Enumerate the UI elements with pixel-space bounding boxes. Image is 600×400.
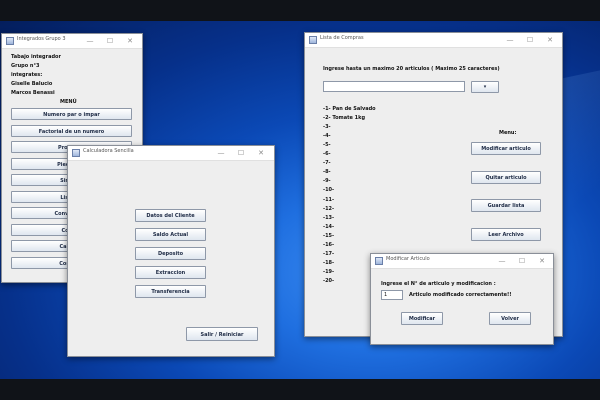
cajero-window: Calculadora Sencilla — ☐ ✕ Datos del Cli… [67, 145, 275, 357]
back-button[interactable]: Volver [489, 312, 531, 325]
modificar-prompt: Ingrese el N° de articulo y modificacion… [381, 281, 496, 287]
modificar-window: Modificar Articulo — ☐ ✕ Ingrese el N° d… [370, 253, 554, 345]
chevron-down-icon: ▾ [483, 84, 487, 90]
integrados-info-line: Grupo n°3 [11, 63, 40, 69]
shopping-list-item: -10- [323, 187, 335, 194]
cajero-menu-button[interactable]: Transferencia [135, 285, 206, 298]
minimize-icon[interactable]: — [497, 255, 507, 267]
shopping-list-item: -16- [323, 241, 335, 248]
shopping-list-item: -7- [323, 160, 331, 167]
shopping-list-item: -19- [323, 268, 335, 275]
shopping-list-item: -5- [323, 142, 331, 149]
integrados-title: Integrados Grupo 3 [17, 36, 66, 42]
minimize-icon[interactable]: — [85, 35, 95, 47]
modify-button[interactable]: Modificar [401, 312, 443, 325]
integrados-info-line: Giselle Balucio [11, 81, 53, 87]
exit-reset-button[interactable]: Salir / Reiniciar [186, 327, 258, 341]
compras-menu-button[interactable]: Modificar articulo [471, 142, 541, 155]
compras-prompt: Ingrese hasta un maximo 20 articulos ( M… [323, 66, 500, 72]
shopping-list-item: -13- [323, 214, 335, 221]
shopping-list-item: -3- [323, 124, 331, 131]
bottom-bar [0, 379, 600, 400]
minimize-icon[interactable]: — [505, 34, 515, 46]
integrados-info-line: Marcos Benassi [11, 90, 55, 96]
article-number-input[interactable]: 1 [381, 290, 403, 300]
shopping-list-item: -1- Pan de Salvado [323, 106, 376, 112]
java-app-icon [6, 37, 14, 45]
integrados-menu-button[interactable]: Numero par o impar [11, 108, 132, 120]
shopping-list-item: -2- Tomate 1kg [323, 115, 366, 122]
integrados-info-line: integrates: [11, 72, 43, 78]
close-icon[interactable]: ✕ [125, 35, 135, 47]
cajero-menu-button[interactable]: Saldo Actual [135, 228, 206, 241]
java-app-icon [72, 149, 80, 157]
shopping-list-item: -8- [323, 169, 331, 176]
modificar-titlebar[interactable]: Modificar Articulo — ☐ ✕ [371, 254, 553, 269]
integrados-menu-button[interactable]: Factorial de un numero [11, 124, 132, 137]
integrados-info-line: Tabajo integrador [11, 54, 61, 60]
cajero-menu-button[interactable]: Datos del Cliente [135, 209, 206, 222]
shopping-list-item: -11- [323, 196, 335, 203]
combo-dropdown-button[interactable]: ▾ [471, 81, 499, 93]
shopping-list-item: -4- [323, 133, 331, 140]
compras-menu-button[interactable]: Leer Archivo [471, 228, 541, 242]
modify-status-text: Articulo modificado correctamente!! [409, 292, 512, 298]
compras-menu-label: Menu: [499, 130, 517, 136]
integrados-menu-label: MENÚ [60, 99, 77, 105]
cajero-title: Calculadora Sencilla [83, 148, 134, 154]
shopping-list-item: -17- [323, 250, 335, 257]
maximize-icon[interactable]: ☐ [525, 34, 535, 46]
compras-titlebar[interactable]: Lista de Compras — ☐ ✕ [305, 33, 562, 48]
java-app-icon [375, 257, 383, 265]
close-icon[interactable]: ✕ [545, 34, 555, 46]
compras-menu-button[interactable]: Quitar articulo [471, 170, 541, 184]
cajero-menu-button[interactable]: Deposito [135, 247, 206, 260]
shopping-list-item: -14- [323, 223, 335, 230]
shopping-list-item: -18- [323, 259, 335, 266]
maximize-icon[interactable]: ☐ [105, 35, 115, 47]
cajero-menu-button[interactable]: Extraccion [135, 266, 206, 279]
close-icon[interactable]: ✕ [537, 255, 547, 267]
integrados-titlebar[interactable]: Integrados Grupo 3 — ☐ ✕ [2, 34, 142, 49]
maximize-icon[interactable]: ☐ [517, 255, 527, 267]
minimize-icon[interactable]: — [216, 147, 226, 159]
modificar-title: Modificar Articulo [386, 256, 430, 262]
shopping-list-item: -6- [323, 151, 331, 158]
cajero-titlebar[interactable]: Calculadora Sencilla — ☐ ✕ [68, 146, 274, 161]
close-icon[interactable]: ✕ [256, 147, 266, 159]
maximize-icon[interactable]: ☐ [236, 147, 246, 159]
shopping-list-item: -9- [323, 178, 331, 185]
shopping-list-item: -12- [323, 205, 335, 212]
shopping-list-item: -20- [323, 277, 335, 284]
compras-title: Lista de Compras [320, 35, 364, 41]
shopping-list-item: -15- [323, 232, 335, 239]
java-app-icon [309, 36, 317, 44]
compras-menu-button[interactable]: Guardar lista [471, 199, 541, 213]
article-input[interactable] [323, 81, 465, 92]
